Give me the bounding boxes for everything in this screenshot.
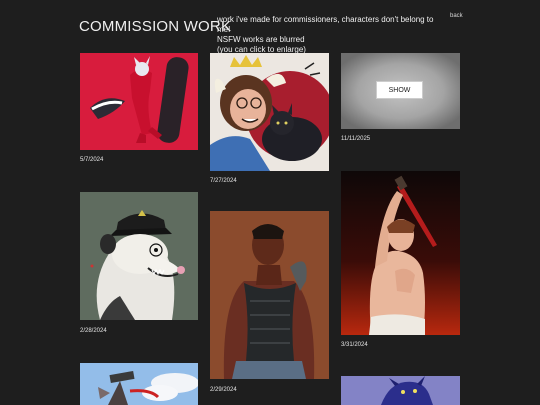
gallery-date: 7/27/2024 <box>210 178 237 184</box>
gallery-thumb-skunk[interactable] <box>80 53 198 150</box>
gallery-date: 5/7/2024 <box>80 157 104 163</box>
dragon-artwork <box>341 376 460 405</box>
gallery-date: 11/11/2025 <box>341 136 371 142</box>
back-link[interactable]: back <box>450 13 463 19</box>
gallery-thumb-blurred[interactable]: SHOW <box>341 53 460 129</box>
gallery-thumb-opossum[interactable] <box>80 192 198 320</box>
dagger-artwork <box>341 171 460 335</box>
gallery-thumb-dagger[interactable] <box>341 171 460 335</box>
gallery-date: 3/31/2024 <box>341 342 368 348</box>
opossum-artwork <box>80 192 198 320</box>
show-nsfw-button[interactable]: SHOW <box>376 81 423 99</box>
gallery-thumb-sky[interactable] <box>80 363 198 405</box>
page-description: work i've made for commissioners, charac… <box>217 15 447 55</box>
crowned-artwork <box>210 53 329 171</box>
sky-artwork <box>80 363 198 405</box>
vest-artwork <box>210 211 329 379</box>
description-line: work i've made for commissioners, charac… <box>217 15 434 34</box>
gallery-thumb-crowned[interactable] <box>210 53 329 171</box>
skunk-artwork <box>80 53 198 150</box>
gallery-thumb-dragon[interactable] <box>341 376 460 405</box>
page-title: COMMISSION WORK <box>79 18 232 35</box>
gallery-thumb-vest[interactable] <box>210 211 329 379</box>
nsfw-note: NSFW works are blurred <box>217 35 305 44</box>
gallery-date: 2/29/2024 <box>210 387 237 393</box>
gallery-date: 2/28/2024 <box>80 328 107 334</box>
